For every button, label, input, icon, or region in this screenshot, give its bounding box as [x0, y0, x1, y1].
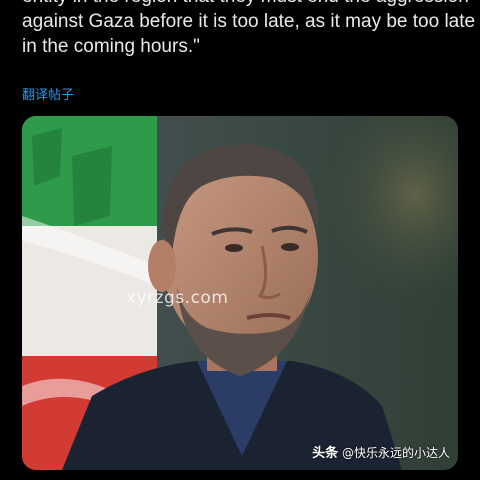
- tweet-text-line: against Gaza before it is too late, as i…: [22, 11, 476, 32]
- tweet-media-image[interactable]: xyrzgs.com 头条 @快乐永远的小达人: [22, 116, 458, 470]
- tweet-text-line: entity in the region that they must end …: [22, 0, 469, 9]
- tweet-text: entity in the region that they must end …: [22, 0, 476, 59]
- source-brand: 头条: [312, 446, 339, 461]
- source-handle: @快乐永远的小达人: [341, 446, 450, 460]
- translate-post-link[interactable]: 翻译帖子: [22, 86, 74, 104]
- watermark-text: xyrzgs.com: [126, 288, 229, 308]
- tweet-container: entity in the region that they must end …: [0, 0, 480, 480]
- portrait-photo-icon: [22, 116, 458, 470]
- tweet-text-line: in the coming hours.": [22, 36, 200, 57]
- source-badge: 头条 @快乐永远的小达人: [312, 445, 450, 462]
